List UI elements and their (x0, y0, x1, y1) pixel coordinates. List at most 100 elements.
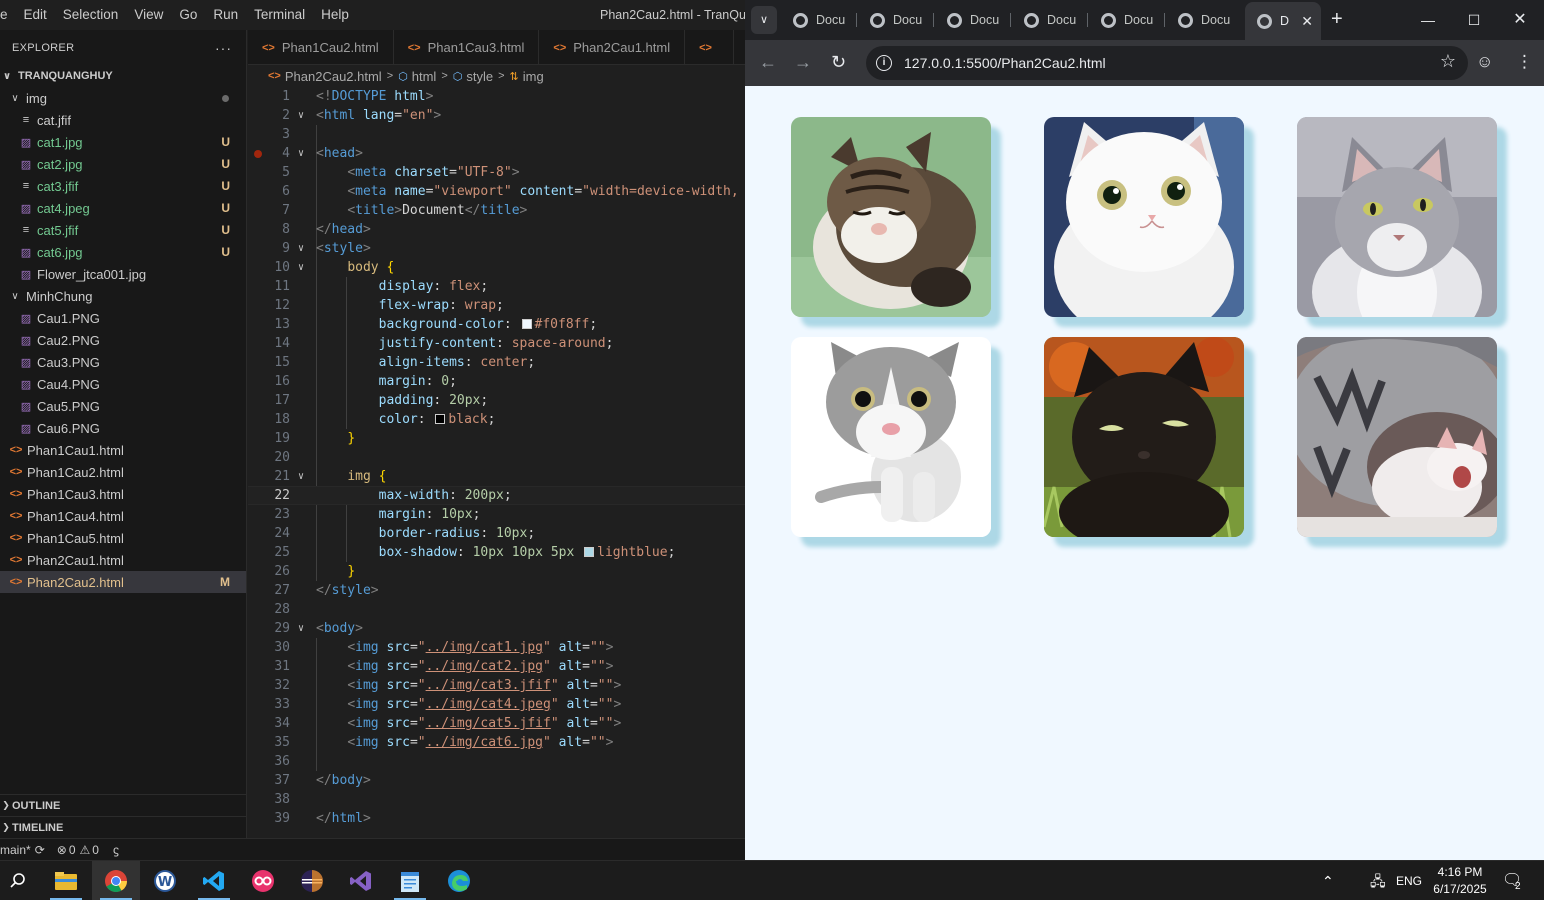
error-count[interactable]: 0 (69, 843, 76, 857)
file-item[interactable]: ▨ Flower_jtca001.jpg (0, 263, 246, 285)
browser-tab[interactable]: Docu (1012, 6, 1088, 34)
warning-icon[interactable]: ⚠ (80, 843, 91, 857)
lightning-icon[interactable]: ϛ (113, 843, 119, 857)
language-indicator[interactable]: ENG (1396, 861, 1422, 900)
sync-icon[interactable]: ⟳ (35, 843, 45, 857)
tab-phan2cau1[interactable]: <> Phan2Cau1.html (539, 30, 686, 64)
file-item[interactable]: <> Phan1Cau4.html (0, 505, 246, 527)
tab-phan2cau2[interactable]: <> (685, 30, 734, 64)
chrome-menu-icon[interactable]: ⋮ (1516, 52, 1533, 72)
breadcrumb-img[interactable]: img (523, 69, 544, 84)
code-line: 23 margin: 10px; (274, 507, 481, 522)
breadcrumb-file[interactable]: Phan2Cau2.html (285, 69, 382, 84)
menu-selection[interactable]: Selection (55, 0, 127, 30)
address-bar[interactable]: i 127.0.0.1:5500/Phan2Cau2.html ☆ (866, 46, 1468, 80)
file-item[interactable]: <> Phan1Cau5.html (0, 527, 246, 549)
app-icon-pink[interactable] (239, 861, 287, 900)
warning-count[interactable]: 0 (92, 843, 99, 857)
file-item[interactable]: <> Phan1Cau2.html (0, 461, 246, 483)
file-item[interactable]: ▨ Cau6.PNG (0, 417, 246, 439)
file-item[interactable]: <> Phan2Cau1.html (0, 549, 246, 571)
file-item[interactable]: ≡ cat5.jfif U (0, 219, 246, 241)
menu-go[interactable]: Go (171, 0, 205, 30)
color-swatch[interactable] (521, 319, 532, 329)
menu-help[interactable]: Help (313, 0, 357, 30)
back-icon[interactable]: ← (759, 52, 777, 73)
word-icon[interactable]: W (141, 861, 189, 900)
tree-item-label: Phan1Cau3.html (27, 486, 124, 502)
vscode-icon[interactable] (190, 861, 238, 900)
eclipse-icon[interactable] (288, 861, 336, 900)
site-info-icon[interactable]: i (876, 55, 892, 71)
workspace-root[interactable]: ∨ TRANQUANGHUY (0, 65, 246, 87)
close-tab-icon[interactable]: ✕ (1301, 13, 1313, 30)
reload-icon[interactable]: ↻ (831, 52, 846, 73)
file-item[interactable]: ▨ cat1.jpg U (0, 131, 246, 153)
menu-terminal[interactable]: Terminal (246, 0, 313, 30)
file-item[interactable]: <> Phan1Cau1.html (0, 439, 246, 461)
browser-tab[interactable]: Docu (1166, 6, 1242, 34)
file-item[interactable]: <> Phan2Cau2.html M (0, 571, 246, 593)
notepad-icon[interactable] (386, 861, 434, 900)
forward-icon[interactable]: → (794, 52, 812, 73)
text-file-icon: ≡ (22, 180, 30, 192)
browser-tab-active[interactable]: D ✕ (1245, 2, 1321, 40)
color-swatch[interactable] (584, 547, 595, 557)
system-clock[interactable]: 4:16 PM 6/17/2025 (1426, 864, 1494, 898)
file-item[interactable]: ≡ cat.jfif (0, 109, 246, 131)
file-item[interactable]: <> Phan1Cau3.html (0, 483, 246, 505)
menu-edit[interactable]: Edit (16, 0, 55, 30)
network-icon[interactable]: 🖧 (1370, 861, 1386, 900)
bookmark-star-icon[interactable]: ☆ (1440, 51, 1456, 72)
file-item[interactable]: ▨ Cau2.PNG (0, 329, 246, 351)
chrome-icon[interactable] (92, 861, 140, 900)
html-file-icon: <> (262, 41, 275, 54)
menu-file[interactable]: e (0, 0, 16, 30)
file-item[interactable]: ▨ cat4.jpeg U (0, 197, 246, 219)
menu-run[interactable]: Run (205, 0, 246, 30)
outline-section[interactable]: ❯ OUTLINE (0, 794, 247, 816)
tab-phan1cau2[interactable]: <> Phan1Cau2.html (248, 30, 394, 64)
folder-item[interactable]: ∨ MinhChung (0, 285, 246, 307)
file-item[interactable]: ▨ cat6.jpg U (0, 241, 246, 263)
search-icon[interactable] (0, 861, 42, 900)
folder-item[interactable]: ∨ img (0, 87, 246, 109)
notification-center-icon[interactable]: 🗨 2 (1502, 861, 1522, 900)
edge-icon[interactable] (435, 861, 483, 900)
html-file-icon: <> (9, 532, 23, 544)
color-swatch[interactable] (435, 414, 446, 424)
browser-tab[interactable]: Docu (858, 6, 934, 34)
file-explorer-icon[interactable] (42, 861, 90, 900)
browser-tab[interactable]: Docu (1089, 6, 1165, 34)
breadcrumb-style[interactable]: style (466, 69, 493, 84)
file-item[interactable]: ▨ Cau3.PNG (0, 351, 246, 373)
timeline-section[interactable]: ❯ TIMELINE (0, 816, 247, 838)
code-line: 38 (274, 792, 290, 807)
file-item[interactable]: ▨ cat2.jpg U (0, 153, 246, 175)
tab-search-icon[interactable]: ∨ (751, 6, 777, 34)
visual-studio-icon[interactable] (337, 861, 385, 900)
tab-phan1cau3[interactable]: <> Phan1Cau3.html (394, 30, 540, 64)
close-window-icon[interactable]: ✕ (1497, 0, 1543, 40)
code-editor[interactable]: 1 <!DOCTYPE html> 2 ∨ <html lang="en"> 3 4 ∨… (248, 87, 745, 838)
tree-item-label: Phan1Cau4.html (27, 508, 124, 524)
git-branch[interactable]: main* (0, 843, 31, 857)
file-item[interactable]: ▨ Cau1.PNG (0, 307, 246, 329)
file-item[interactable]: ▨ Cau5.PNG (0, 395, 246, 417)
minimize-icon[interactable]: — (1405, 0, 1451, 40)
profile-icon[interactable]: ☺ (1476, 52, 1493, 72)
url-text[interactable]: 127.0.0.1:5500/Phan2Cau2.html (904, 55, 1106, 71)
error-icon[interactable]: ⊗ (57, 843, 67, 857)
more-actions-icon[interactable]: ··· (215, 40, 232, 56)
menu-bar: e Edit Selection View Go Run Terminal He… (0, 0, 745, 30)
browser-tab[interactable]: Docu (935, 6, 1011, 34)
menu-view[interactable]: View (126, 0, 171, 30)
file-item[interactable]: ▨ Cau4.PNG (0, 373, 246, 395)
file-item[interactable]: ≡ cat3.jfif U (0, 175, 246, 197)
breadcrumb-html[interactable]: html (412, 69, 437, 84)
new-tab-icon[interactable]: + (1331, 8, 1343, 31)
browser-tab[interactable]: Docu (781, 6, 857, 34)
tree-item-label: MinhChung (26, 288, 93, 304)
show-hidden-icons-icon[interactable]: ⌃ (1322, 861, 1334, 900)
maximize-icon[interactable]: ☐ (1451, 0, 1497, 40)
